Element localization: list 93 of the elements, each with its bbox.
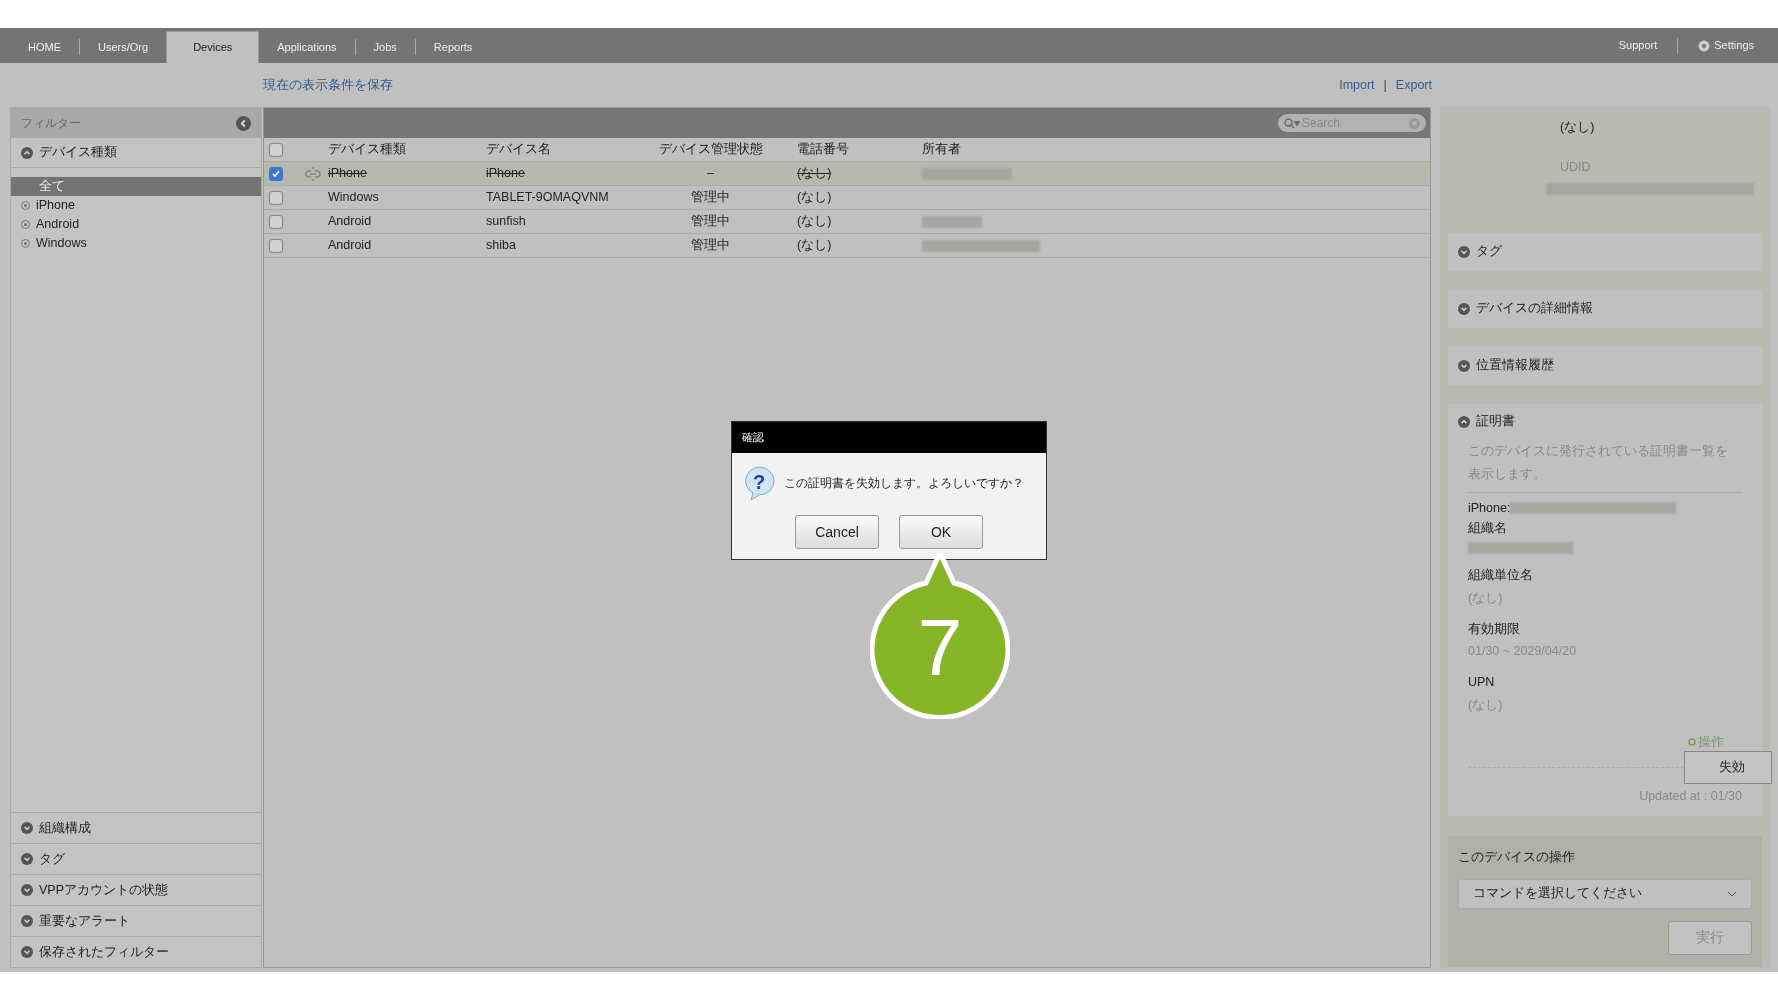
updated-at: Updated at : 01/30 [1639, 788, 1742, 806]
filter-item[interactable]: iPhone [11, 196, 261, 215]
field-label: UPN [1468, 674, 1496, 691]
filter-section[interactable]: 重要なアラート [11, 905, 261, 936]
field-label: 組織単位名 [1468, 567, 1534, 584]
column-header[interactable]: 所有者 [922, 140, 961, 159]
command-select[interactable]: コマンドを選択してください [1458, 878, 1752, 909]
filter-group-header[interactable]: デバイス種類 [11, 138, 261, 168]
certificate-subject-label: iPhone: [1468, 499, 1511, 517]
table-cell-text: iPhone [486, 165, 526, 183]
table-cell-text: (なし) [796, 213, 833, 231]
table-cell-text: 管理中 [690, 213, 731, 231]
table-cell-text: Android [328, 237, 373, 255]
search-icon [1284, 117, 1300, 129]
chevron-down-icon [1727, 890, 1737, 897]
column-header[interactable]: 電話番号 [783, 140, 922, 159]
row-checkbox[interactable] [269, 166, 283, 181]
detail-section[interactable]: デバイスの詳細情報 [1448, 289, 1762, 328]
import-link[interactable]: Import [1339, 75, 1375, 95]
table-row[interactable]: Android shiba 管理中 (なし) [264, 234, 1430, 258]
row-checkbox[interactable] [269, 142, 283, 157]
dialog-title: 確認 [742, 430, 764, 446]
detail-section[interactable]: 位置情報履歴 [1448, 346, 1762, 385]
table-cell-text: (なし) [796, 237, 833, 255]
filter-section[interactable]: タグ [11, 843, 261, 874]
chevron-icon [1458, 359, 1470, 372]
chevron-icon [21, 146, 33, 159]
dialog-button[interactable]: Cancel [795, 515, 879, 549]
table-cell-text: 管理中 [690, 237, 731, 255]
radio-icon [21, 201, 30, 210]
table-cell-text: (なし) [796, 165, 833, 183]
row-checkbox[interactable] [269, 190, 283, 205]
chevron-icon [21, 853, 33, 865]
circle-icon [1688, 737, 1696, 746]
filter-item[interactable]: Windows [11, 234, 261, 253]
table-cell-text: Windows [328, 189, 380, 207]
nav-tab[interactable]: Users/Org [80, 31, 167, 63]
nav-tab[interactable]: Reports [415, 31, 491, 63]
chevron-icon [21, 915, 33, 927]
support-link[interactable]: Support [1618, 37, 1658, 54]
table-row[interactable]: Android sunfish 管理中 (なし) [264, 210, 1430, 234]
column-header[interactable]: デバイス種類 [328, 140, 486, 159]
radio-icon [21, 239, 30, 248]
phone-value: (なし) [1559, 119, 1596, 136]
table-cell-text: Android [328, 213, 373, 231]
table-cell-text: iPhone [328, 165, 368, 183]
chevron-icon [21, 822, 33, 834]
column-header[interactable]: デバイス管理状態 [638, 140, 783, 159]
dialog-message: この証明書を失効します。よろしいですか？ [784, 475, 1024, 492]
filter-section[interactable]: VPPアカウントの状態 [11, 874, 261, 905]
filter-section[interactable]: 保存されたフィルター [11, 936, 261, 967]
settings-icon [1698, 39, 1711, 52]
nav-tab[interactable]: HOME [10, 31, 79, 63]
chevron-icon [1458, 302, 1470, 315]
revoke-menu-item[interactable]: 失効 [1684, 751, 1772, 785]
clear-icon[interactable] [1409, 117, 1420, 129]
table-cell-text: TABLET-9OMAQVNM [486, 189, 610, 207]
step-number: 7 [916, 603, 964, 693]
field-label: 有効期限 [1468, 620, 1521, 638]
table-cell-text: (なし) [796, 189, 833, 207]
table-cell-text: sunfish [486, 213, 527, 231]
table-cell-text: 管理中 [690, 189, 731, 207]
filter-title: フィルター [21, 115, 81, 132]
export-link[interactable]: Export [1395, 75, 1432, 95]
detail-section[interactable]: タグ [1448, 232, 1762, 271]
nav-tab[interactable]: Applications [259, 31, 355, 63]
row-checkbox[interactable] [269, 238, 283, 253]
nav-tab[interactable]: Jobs [355, 31, 415, 63]
column-header[interactable]: デバイス名 [486, 140, 638, 159]
table-cell-text: shiba [486, 237, 517, 255]
certificate-header[interactable]: 証明書 [1458, 403, 1752, 440]
chevron-icon [21, 884, 33, 896]
nav-tab[interactable]: Devices [166, 31, 260, 63]
table-cell-text: – [706, 165, 715, 183]
chevron-icon [1458, 245, 1470, 258]
save-view-link[interactable]: 現在の表示条件を保存 [263, 75, 393, 95]
filter-item[interactable]: Android [11, 215, 261, 234]
question-icon: ? [742, 465, 776, 501]
field-value: 01/30 ~ 2029/04/20 [1468, 643, 1578, 661]
table-row[interactable]: iPhone iPhone – (なし) [264, 162, 1430, 186]
field-label: 組織名 [1468, 520, 1508, 538]
chevron-icon [21, 946, 33, 958]
dialog-button[interactable]: OK [899, 515, 983, 549]
radio-icon [21, 220, 30, 229]
settings-button[interactable]: Settings [1698, 37, 1754, 54]
filter-item[interactable]: 全て [11, 177, 261, 196]
link-separator: | [1383, 76, 1387, 94]
row-checkbox[interactable] [269, 214, 283, 229]
chevron-icon [1458, 415, 1470, 428]
collapse-icon[interactable] [236, 115, 251, 131]
filter-section[interactable]: 組織構成 [11, 812, 261, 843]
table-row[interactable]: Windows TABLET-9OMAQVNM 管理中 (なし) [264, 186, 1430, 210]
device-ops-title: このデバイスの操作 [1458, 849, 1576, 866]
